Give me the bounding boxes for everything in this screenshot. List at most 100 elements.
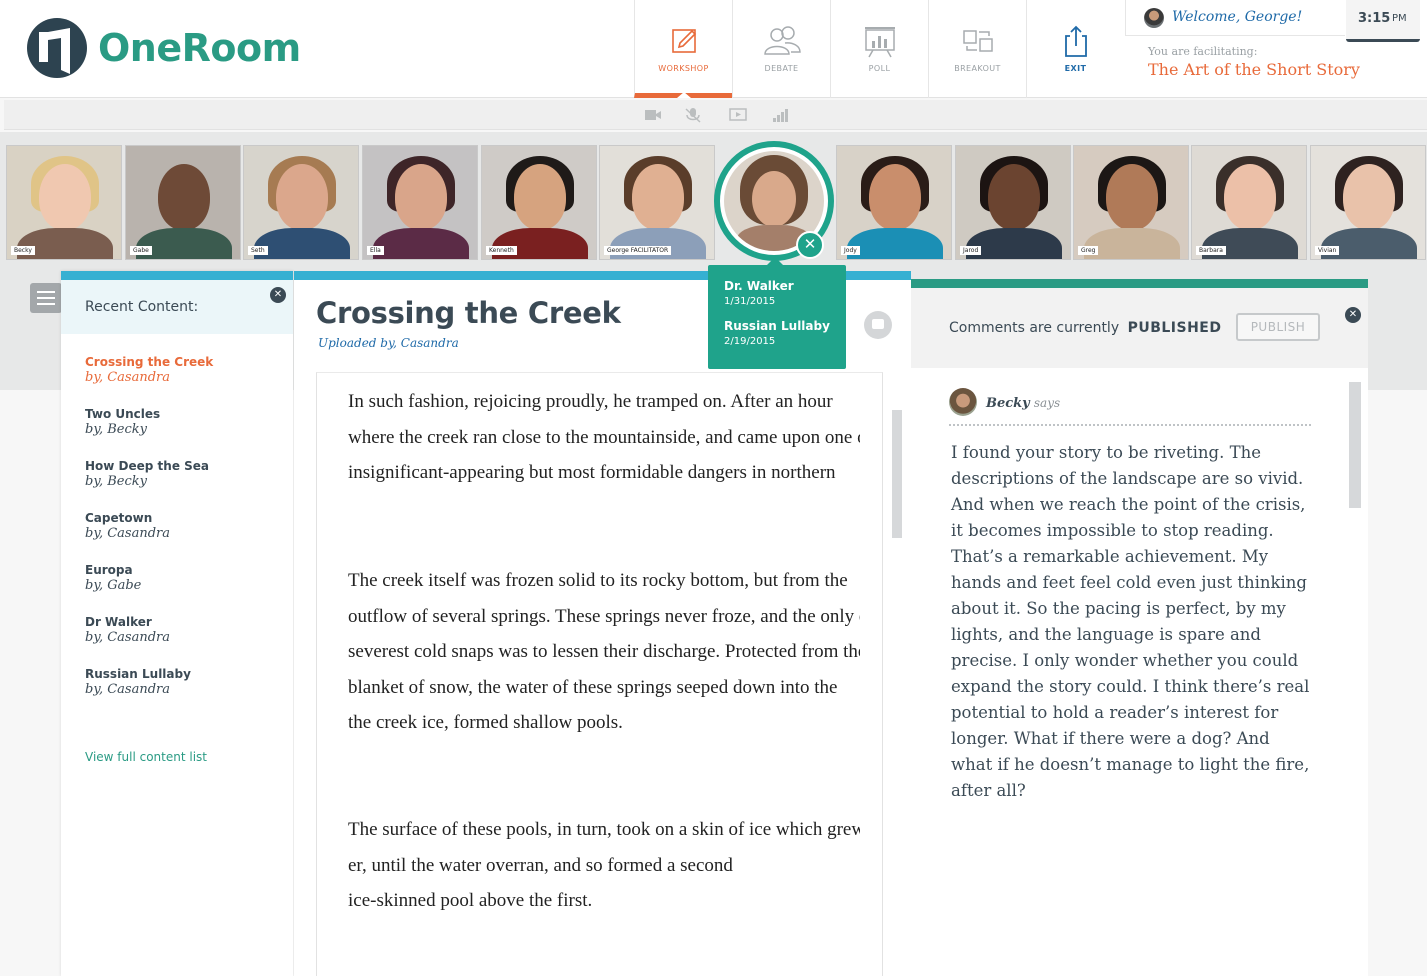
close-spotlight-button[interactable]: ✕ [796,231,824,259]
document-line: where the creek ran close to the mountai… [348,426,860,448]
comment-body: I found your story to be riveting. The d… [951,443,1310,800]
participant-body [1321,228,1417,259]
participant-body [847,228,943,259]
comments-header: ✕ Comments are currently PUBLISHED PUBLI… [911,288,1368,368]
participant-face [869,164,921,230]
screen-share-icon[interactable] [729,107,747,123]
participant-body [17,228,113,259]
comments-scrollbar[interactable] [1349,382,1361,508]
facilitating-label: You are facilitating: [1148,45,1258,58]
document-paragraph: In such fashion, rejoicing proudly, he t… [348,384,860,491]
recent-item-two-uncles[interactable]: Two Uncles by, Becky [85,407,285,459]
facilitating-title: The Art of the Short Story [1148,60,1360,79]
participant-face [39,164,91,230]
camera-icon[interactable] [644,107,662,123]
breakout-rooms-icon [963,30,993,52]
participant-name: Becky [11,246,35,255]
participant-tile-barbara[interactable]: Barbara [1191,145,1307,260]
participant-name: Barbara [1196,246,1226,255]
recent-item-title: Crossing the Creek [85,355,214,369]
recent-item-how-deep-the-sea[interactable]: How Deep the Sea by, Becky [85,459,285,511]
document-paragraph: The creek itself was frozen solid to its… [348,563,860,741]
participant-name: Jody [841,246,860,255]
participant-face [632,164,684,230]
recent-item-europa[interactable]: Europa by, Gabe [85,563,285,615]
participant-tile-george[interactable]: George FACILITATOR [599,145,715,260]
comment-author: Becky [986,396,1030,411]
workshop-tab[interactable]: WORKSHOP [634,0,732,98]
document-line: severest cold snaps was to lessen their … [348,641,860,662]
participant-name: Jarod [960,246,982,255]
exit-tab[interactable]: EXIT [1026,0,1124,98]
participant-tile-jarod[interactable]: Jarod [955,145,1071,260]
view-full-content-list-link[interactable]: View full content list [85,750,207,764]
document-page: In such fashion, rejoicing proudly, he t… [316,372,883,976]
app-header: OneRoom WORKSHOP DEBATE POLL BREAKOUT EX… [0,0,1427,98]
participant-tile-greg[interactable]: Greg [1073,145,1189,260]
recent-item-dr-walker[interactable]: Dr Walker by, Casandra [85,615,285,667]
participant-tile-jody[interactable]: Jody [836,145,952,260]
media-controls-bar [4,100,1427,130]
recent-item-title: Two Uncles [85,407,161,421]
comment-toggle-icon[interactable] [864,311,892,339]
people-icon [764,26,801,55]
popover-item-russian-lullaby[interactable]: Russian Lullaby 2/19/2015 [724,319,830,347]
participant-body [373,228,469,259]
participant-tile-kenneth[interactable]: Kenneth [481,145,597,260]
welcome-bar[interactable]: Welcome, George! [1125,0,1345,36]
recent-item-crossing-the-creek[interactable]: Crossing the Creek by, Casandra [85,355,285,407]
workshop-label: WORKSHOP [658,64,709,73]
document-line: In such fashion, rejoicing proudly, he t… [348,391,833,412]
clock-ampm: PM [1392,13,1407,24]
participant-tile-vivian[interactable]: Vivian [1310,145,1426,260]
microphone-icon[interactable] [684,107,702,123]
document-paragraph: The surface of these pools, in turn, too… [348,812,860,919]
participant-body [136,228,232,259]
pencil-edit-icon [672,29,697,53]
popover-item-dr-walker[interactable]: Dr. Walker 1/31/2015 [724,279,830,307]
participant-name: Kenneth [486,246,517,255]
recent-item-title: Dr Walker [85,615,152,629]
recent-item-russian-lullaby[interactable]: Russian Lullaby by, Casandra [85,667,285,719]
menu-hamburger-icon[interactable] [30,283,62,313]
participant-body [492,228,588,259]
signal-strength-icon [773,109,788,122]
recent-item-title: How Deep the Sea [85,459,210,473]
recent-content-panel: Recent Content: ✕ Crossing the Creek by,… [61,271,293,976]
participant-tile-seth[interactable]: Seth [243,145,359,260]
close-recent-panel-button[interactable]: ✕ [270,287,286,303]
participant-tile-gabe[interactable]: Gabe [125,145,241,260]
recent-item-author: by, Casandra [85,630,170,645]
poll-tab[interactable]: POLL [830,0,928,98]
document-scrollbar[interactable] [892,410,902,538]
close-comments-panel-button[interactable]: ✕ [1345,307,1361,323]
clock-time: 3:15 [1358,11,1391,26]
participant-tile-becky[interactable]: Becky [6,145,122,260]
participant-face [276,164,328,230]
debate-tab[interactable]: DEBATE [732,0,830,98]
participant-face [752,171,796,227]
participant-name: Greg [1078,246,1099,255]
participant-face [158,164,210,230]
recent-item-author: by, Casandra [85,682,170,697]
breakout-tab[interactable]: BREAKOUT [928,0,1026,98]
popover-item-date: 2/19/2015 [724,336,776,347]
recent-content-header: Recent Content: ✕ [61,280,293,334]
recent-item-author: by, Casandra [85,526,170,541]
participant-name: Vivian [1315,246,1340,255]
participant-body [254,228,350,259]
comments-status-value: PUBLISHED [1127,320,1222,336]
recent-item-capetown[interactable]: Capetown by, Casandra [85,511,285,563]
publish-button[interactable]: PUBLISH [1236,313,1320,341]
document-line: blanket of snow, the water of these spri… [348,676,838,698]
participant-face [514,164,566,230]
comments-panel: ✕ Comments are currently PUBLISHED PUBLI… [911,279,1368,976]
recent-item-author: by, Gabe [85,578,142,593]
document-title: Crossing the Creek [316,296,621,330]
document-line: ice-skinned pool above the first. [348,890,593,911]
participant-tile-ella[interactable]: Ella [362,145,478,260]
popover-item-title: Russian Lullaby [724,319,830,333]
user-avatar [1144,8,1164,28]
participant-name: George FACILITATOR [604,246,672,255]
recent-item-title: Europa [85,563,133,577]
